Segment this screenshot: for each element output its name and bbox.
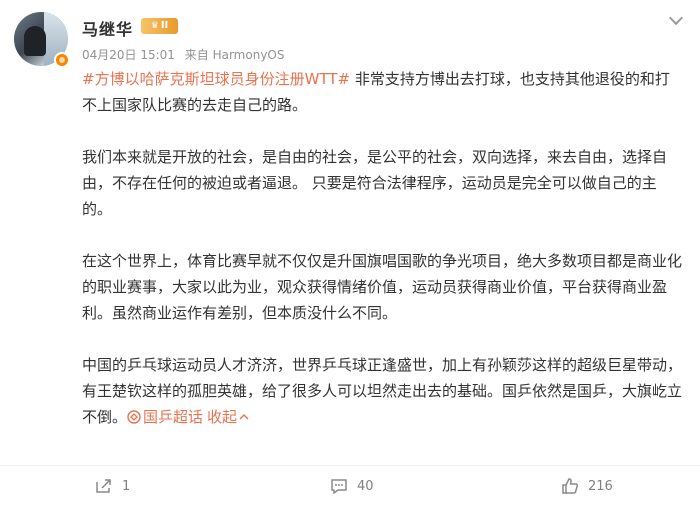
level-badge[interactable]: ♛ II xyxy=(141,18,178,34)
post-source: 来自 HarmonyOS xyxy=(184,48,285,62)
repost-count: 1 xyxy=(122,478,131,494)
comment-count: 40 xyxy=(357,478,374,494)
like-count: 216 xyxy=(588,478,613,494)
collapse-label: 收起 xyxy=(207,408,238,426)
super-topic-label: 国乒超话 xyxy=(143,408,204,426)
repost-button[interactable]: 1 xyxy=(94,476,130,496)
super-topic-icon xyxy=(127,410,141,424)
avatar-figure xyxy=(24,26,46,56)
collapse-button[interactable]: 收起 xyxy=(207,408,249,426)
post-date[interactable]: 04月20日 15:01 xyxy=(82,48,175,62)
chevron-up-icon xyxy=(239,413,249,420)
comment-button[interactable]: 40 xyxy=(329,476,374,496)
paragraph-2: 我们本来就是开放的社会，是自由的社会，是公平的社会，双向选择，来去自由，选择自由… xyxy=(82,148,668,218)
action-bar: 1 40 216 xyxy=(0,465,700,506)
paragraph-1: #方博以哈萨克斯坦球员身份注册WTT# 非常支持方博出去打球，也支持其他退役的和… xyxy=(82,66,682,118)
repost-icon xyxy=(96,479,111,493)
chevron-down-icon[interactable] xyxy=(666,10,684,28)
comment-icon xyxy=(331,479,347,494)
paragraph-4: 中国的乒乓球运动员人才济济，世界乒乓球正逢盛世，加上有孙颖莎这样的超级巨星带动，… xyxy=(82,352,682,430)
crown-icon: ♛ xyxy=(150,21,159,31)
like-button[interactable]: 216 xyxy=(560,476,613,496)
level-badge-text: II xyxy=(160,20,169,31)
paragraph-3: 在这个世界上，体育比赛早就不仅仅是升国旗唱国歌的争光项目，绝大多数项目都是商业化… xyxy=(82,252,683,322)
super-topic-link[interactable]: 国乒超话 xyxy=(127,408,203,426)
author-name[interactable]: 马继华 xyxy=(82,16,133,40)
post-meta: 04月20日 15:01 来自 HarmonyOS xyxy=(82,46,290,63)
topic-link[interactable]: #方博以哈萨克斯坦球员身份注册WTT# xyxy=(82,70,350,88)
post-content: #方博以哈萨克斯坦球员身份注册WTT# 非常支持方博出去打球，也支持其他退役的和… xyxy=(82,66,682,430)
verified-badge-icon xyxy=(54,52,70,68)
like-icon xyxy=(562,478,579,494)
